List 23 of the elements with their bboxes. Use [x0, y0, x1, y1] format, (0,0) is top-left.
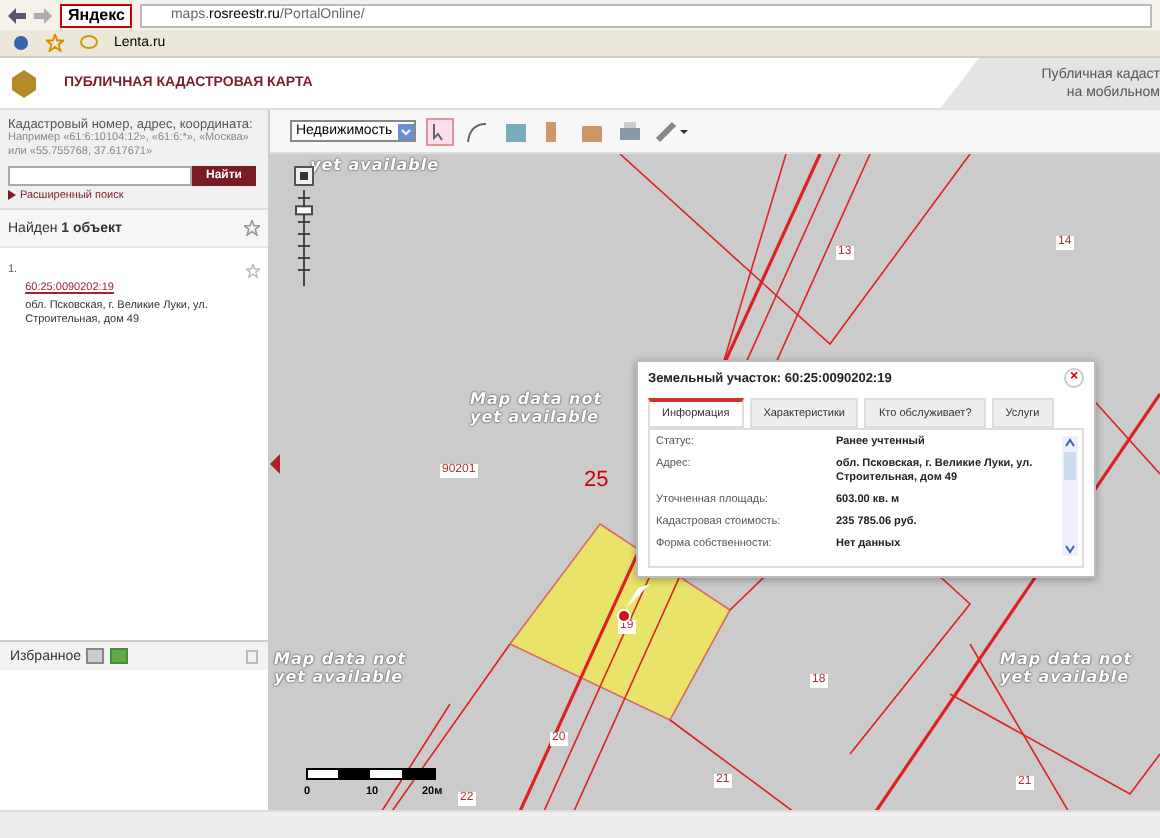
emblem-icon: [12, 69, 36, 97]
triangle-icon: [8, 189, 16, 199]
star-icon[interactable]: [246, 264, 260, 278]
pointer-tool-icon[interactable]: [426, 117, 455, 145]
zoom-slider[interactable]: [294, 166, 314, 290]
link-icon[interactable]: [654, 117, 691, 145]
map-notice: Map data not yet available: [1000, 650, 1133, 686]
parcel-label: 25: [582, 468, 611, 492]
map-notice: Map data not yet available: [274, 650, 407, 686]
back-arrow-icon[interactable]: [8, 7, 26, 23]
print-icon[interactable]: [616, 117, 645, 145]
marker-icon[interactable]: [616, 608, 632, 624]
search-field[interactable]: [8, 166, 192, 186]
scale-bar: [306, 768, 436, 780]
yandex-button[interactable]: Яндекс: [60, 3, 133, 27]
collapse-panel-icon[interactable]: [270, 454, 280, 474]
popup-pointer-icon: [626, 584, 654, 612]
scrollbar-icon[interactable]: [1062, 436, 1078, 556]
forward-arrow-icon[interactable]: [34, 7, 52, 23]
dropdown-arrow-icon: [398, 123, 415, 139]
star-icon[interactable]: [46, 34, 64, 52]
star-icon[interactable]: [244, 220, 260, 236]
map-notice: Map data not yet available: [470, 390, 603, 426]
